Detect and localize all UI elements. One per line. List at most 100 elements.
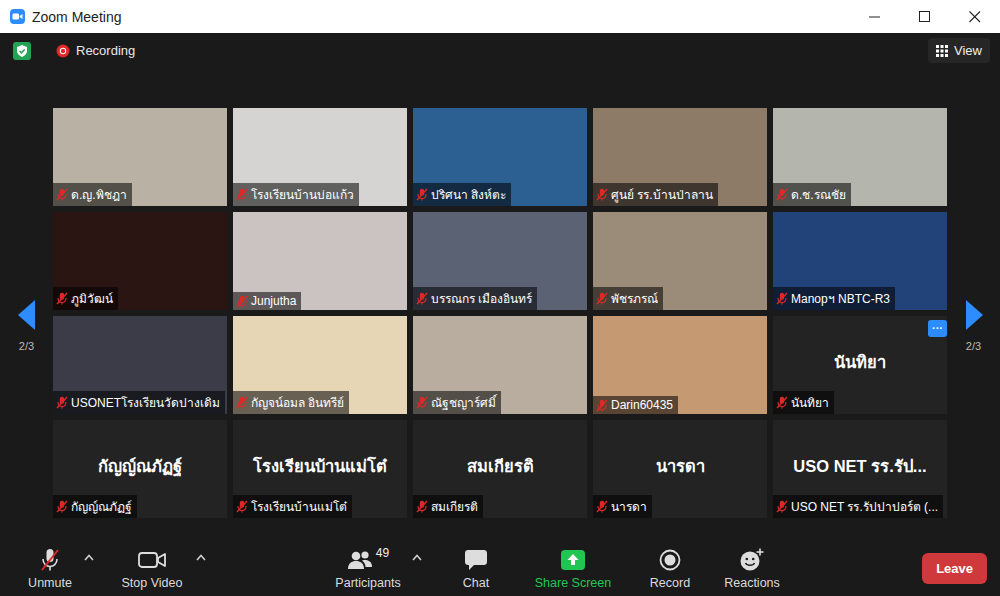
participant-tile: ด.ญ.พิชฎา (53, 108, 227, 206)
video-camera-icon (138, 550, 166, 570)
muted-mic-icon (776, 188, 788, 201)
toolbar-button[interactable]: Chat (446, 547, 506, 590)
maximize-icon (919, 11, 931, 23)
zoom-logo-icon (10, 9, 25, 24)
participant-display-name: โรงเรียนบ้านแม่โต๋ (253, 453, 387, 479)
participant-name: Junjutha (251, 294, 296, 308)
muted-mic-icon (596, 292, 608, 305)
muted-mic-icon (596, 500, 608, 513)
participant-name: กัญจน์อมล อินทรีย์ (251, 393, 344, 412)
toolbar-button-label: Reactions (724, 576, 780, 590)
muted-mic-icon (416, 292, 428, 305)
participant-label: ด.ช.รณชัย (773, 183, 851, 206)
participant-label: โรงเรียนบ้านบ่อแก้ว (233, 183, 359, 206)
participant-display-name: สมเกียรติ (467, 453, 534, 479)
muted-mic-icon (596, 399, 608, 412)
close-icon (969, 11, 981, 23)
minimize-button[interactable] (850, 0, 900, 33)
participant-tile: ปริศนา สิงห์ตะ (413, 108, 587, 206)
participant-tile: Manopฯ NBTC-R3 (773, 212, 947, 310)
participant-tile: USO NET รร.รัป...USO NET รร.รัปปาปอร์ต (… (773, 420, 947, 518)
toolbar-button[interactable]: Unmute (18, 547, 82, 590)
participant-name: ณัฐชญาร์ศมิ์ (431, 393, 496, 412)
leave-button[interactable]: Leave (922, 553, 987, 584)
muted-mic-icon (776, 396, 788, 409)
toolbar-button[interactable]: Stop Video (110, 547, 194, 590)
toolbar-button-label: Chat (463, 576, 489, 590)
participant-name: ด.ช.รณชัย (791, 185, 846, 204)
participant-tile: สมเกียรติสมเกียรติ (413, 420, 587, 518)
participant-label: นารดา (593, 495, 652, 518)
muted-mic-icon (236, 396, 248, 409)
title-bar: Zoom Meeting (0, 0, 1000, 33)
participants-icon (347, 550, 373, 570)
right-arrow-icon (965, 300, 983, 330)
tile-menu-button[interactable]: ··· (928, 320, 947, 337)
toolbar-menu-button[interactable] (194, 554, 208, 561)
page-indicator: 2/3 (19, 340, 34, 352)
toolbar-button[interactable]: 49Participants (326, 547, 410, 590)
record-icon (659, 549, 681, 571)
video-grid: ด.ญ.พิชฎาโรงเรียนบ้านบ่อแก้ว ปริศนา สิงห์… (53, 108, 947, 518)
chevron-up-icon (84, 554, 94, 561)
toolbar-button-label: Participants (335, 576, 400, 590)
participant-name: Manopฯ NBTC-R3 (791, 289, 890, 308)
next-page[interactable]: 2/3 (947, 108, 1000, 518)
minimize-icon (869, 11, 881, 23)
close-button[interactable] (950, 0, 1000, 33)
meeting-area: Recording View 2/3 ด.ญ.พิชฎาโรงเรียนบ้านบ่อ… (0, 33, 1000, 540)
participant-label: พัชรภรณ์ (593, 287, 663, 310)
participant-tile: กัญจน์อมล อินทรีย์ (233, 316, 407, 414)
participant-label: Junjutha (233, 292, 301, 310)
encryption-shield-icon[interactable] (13, 42, 31, 60)
muted-mic-icon (236, 188, 248, 201)
muted-mic-icon (56, 292, 68, 305)
participant-display-name: กัญญ์ณภัฏฐ์ (98, 453, 182, 479)
muted-mic-icon (236, 500, 248, 513)
previous-page[interactable]: 2/3 (0, 108, 53, 518)
participant-name: นารดา (611, 497, 647, 516)
participant-label: กัญญ์ณภัฏฐ์ (53, 495, 137, 518)
participant-label: ภูมิวัฒน์ (53, 287, 118, 310)
toolbar-button[interactable]: Share Screen (525, 547, 621, 590)
view-button[interactable]: View (928, 38, 990, 63)
toolbar-button[interactable]: Reactions (716, 547, 788, 590)
participant-tile: พัชรภรณ์ (593, 212, 767, 310)
participant-label: ณัฐชญาร์ศมิ์ (413, 391, 501, 414)
muted-mic-icon (236, 295, 248, 308)
participant-name: กัญญ์ณภัฏฐ์ (71, 497, 132, 516)
participant-tile: ภูมิวัฒน์ (53, 212, 227, 310)
toolbar-menu-button[interactable] (82, 554, 96, 561)
recording-indicator[interactable]: Recording (56, 43, 135, 58)
participant-tile: กัญญ์ณภัฏฐ์กัญญ์ณภัฏฐ์ (53, 420, 227, 518)
muted-mic-icon (56, 500, 68, 513)
toolbar-menu-button[interactable] (410, 554, 424, 561)
participant-name: Darin60435 (611, 398, 673, 412)
reactions-smiley-icon (739, 548, 765, 572)
maximize-button[interactable] (900, 0, 950, 33)
chevron-up-icon (412, 554, 422, 561)
participant-label: ศูนย์ รร.บ้านป่าลาน (593, 183, 718, 206)
muted-mic-icon (776, 292, 788, 305)
recording-label: Recording (76, 43, 135, 58)
left-arrow-icon (18, 300, 36, 330)
toolbar-button-label: Unmute (28, 576, 72, 590)
participant-tile: โรงเรียนบ้านบ่อแก้ว (233, 108, 407, 206)
participant-label: Manopฯ NBTC-R3 (773, 287, 895, 310)
toolbar-button[interactable]: Record (638, 547, 702, 590)
participant-name: สมเกียรติ (431, 497, 478, 516)
gallery-view: 2/3 ด.ญ.พิชฎาโรงเรียนบ้านบ่อแก้ว ปริศนา สิ… (0, 68, 1000, 540)
participant-label: นันทิยา (773, 391, 834, 414)
muted-mic-icon (416, 396, 428, 409)
participant-label: ปริศนา สิงห์ตะ (413, 183, 511, 206)
participant-name: พัชรภรณ์ (611, 289, 658, 308)
participant-tile: ศูนย์ รร.บ้านป่าลาน (593, 108, 767, 206)
participant-label: USONETโรงเรียนวัดปางเดิม (53, 391, 225, 414)
view-label: View (954, 43, 982, 58)
page-indicator: 2/3 (966, 340, 981, 352)
participant-label: USO NET รร.รัปปาปอร์ต (... (773, 495, 943, 518)
participant-label: Darin60435 (593, 396, 678, 414)
participant-name: ศูนย์ รร.บ้านป่าลาน (611, 185, 713, 204)
participant-tile: Darin60435 (593, 316, 767, 414)
meeting-toolbar: Unmute Stop Video 49Participants Chat Share … (0, 540, 1000, 596)
